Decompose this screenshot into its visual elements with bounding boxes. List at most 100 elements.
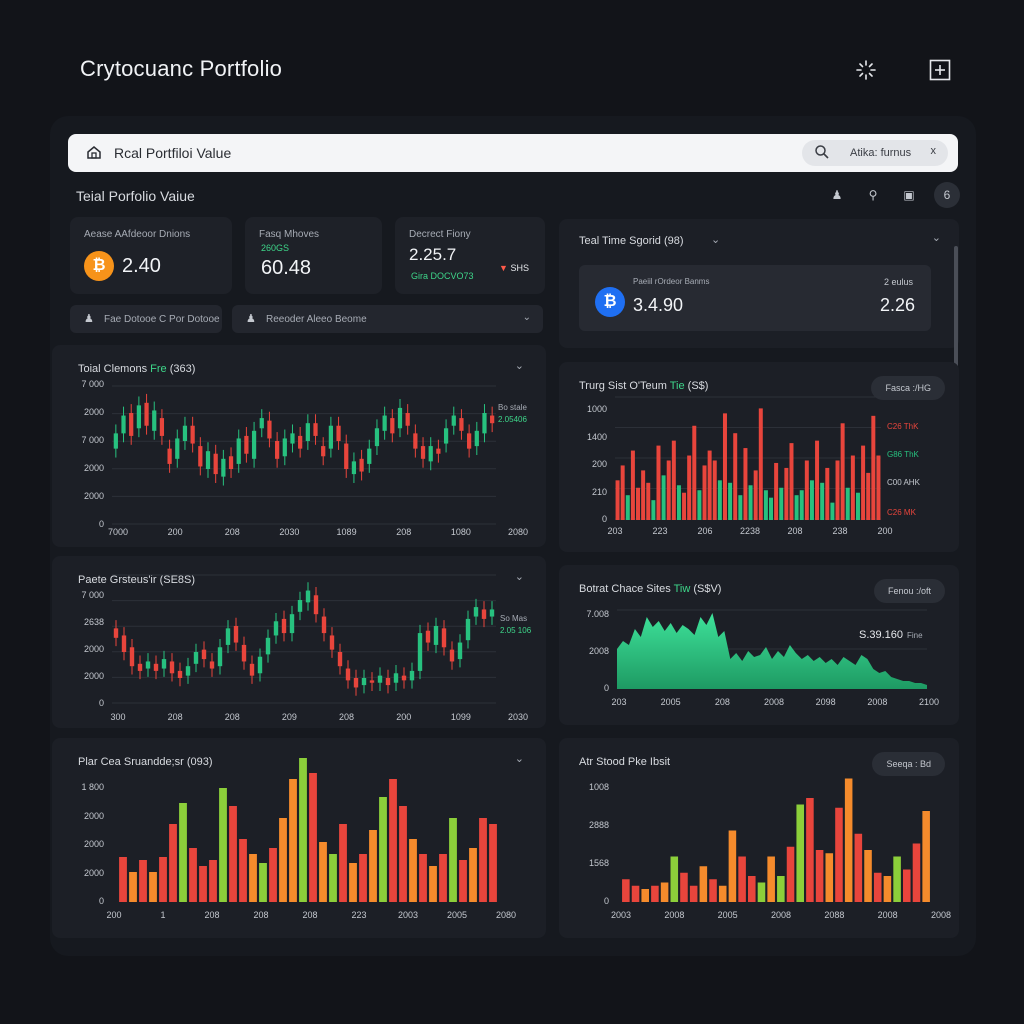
- x-tick-label: 208: [787, 526, 803, 536]
- search-icon[interactable]: ⚲: [862, 184, 884, 206]
- search-bar[interactable]: Rcal Portfiloi Value Atika: furnus x: [68, 134, 958, 172]
- candle: [241, 644, 247, 662]
- add-icon[interactable]: [928, 58, 952, 82]
- legend-value: 2.05406: [498, 415, 527, 424]
- candle: [193, 652, 199, 664]
- bar: [656, 445, 661, 520]
- bar: [717, 480, 722, 520]
- bar: [419, 854, 427, 902]
- candle: [377, 675, 383, 683]
- x-tick-label: 2008: [664, 910, 685, 920]
- x-tick-label: 2008: [763, 697, 785, 707]
- chevron-down-icon[interactable]: ⌄: [515, 570, 524, 583]
- candle: [244, 435, 249, 454]
- bar: [189, 848, 197, 902]
- candle: [236, 438, 241, 464]
- candle: [225, 628, 231, 645]
- bar: [469, 848, 477, 902]
- y-axis: 7 000 2000 7 000 2000 2000 0: [64, 379, 104, 529]
- candlestick-chart: [112, 574, 496, 704]
- bar: [845, 487, 850, 520]
- candle: [113, 628, 119, 638]
- y-tick-label: 210: [591, 486, 607, 497]
- candle: [443, 428, 449, 444]
- search-input[interactable]: Rcal Portfiloi Value: [114, 145, 231, 161]
- bar: [299, 758, 307, 902]
- candle: [449, 649, 455, 662]
- balance-right-label: 2 eulus: [883, 277, 913, 287]
- search-icon[interactable]: [814, 144, 830, 165]
- candle: [137, 663, 143, 671]
- real-time-card[interactable]: Teal Time Sgorid (98) ⌄ ⌄ Paeiil rOrdeor…: [559, 219, 959, 348]
- candle: [436, 448, 441, 454]
- candle: [313, 423, 318, 436]
- x-axis: 7000 200 208 2030 1089 208 1080 2080: [108, 527, 528, 541]
- x-axis: 203 2005 208 2008 2098 2008 2100: [611, 697, 939, 711]
- filter-dropdown-1[interactable]: ♟ Fae Dotooe C Por Dotooe: [70, 305, 222, 333]
- bar: [319, 842, 327, 902]
- bar: [209, 860, 217, 902]
- sparkle-icon[interactable]: [854, 58, 878, 82]
- candle: [305, 590, 311, 603]
- candle: [129, 413, 134, 436]
- stat-badge: ▼ SHS: [499, 263, 529, 273]
- x-tick-label: 2088: [824, 910, 845, 920]
- bar: [748, 485, 753, 520]
- y-tick-label: 7.008: [586, 609, 609, 619]
- candle: [201, 649, 207, 660]
- bar: [409, 839, 417, 902]
- bar: [369, 830, 377, 902]
- chevron-down-icon[interactable]: ⌄: [932, 231, 941, 244]
- x-tick-label: 238: [832, 526, 848, 536]
- x-tick-label: 208: [224, 712, 240, 722]
- y-tick-label: 2638: [83, 617, 104, 627]
- user-icon[interactable]: ♟: [826, 184, 848, 206]
- candle: [409, 670, 415, 681]
- stat-card-decrect[interactable]: Decrect Fiony 2.25.7 Gira DOCVO73 ▼ SHS: [395, 217, 545, 294]
- candle: [298, 435, 303, 449]
- period-button[interactable]: Fasca :/HG: [871, 376, 945, 400]
- candle: [190, 425, 195, 444]
- candle: [401, 675, 407, 681]
- x-tick-label: 209: [281, 712, 297, 722]
- balance-value-right: 2.26: [879, 295, 915, 315]
- x-tick-label: 1: [160, 910, 166, 920]
- settings-icon[interactable]: 6: [934, 182, 960, 208]
- stat-card-btc[interactable]: Aease AAfdeoor Dnions ₿ 2.40: [70, 217, 232, 294]
- search-pill[interactable]: Atika: furnus x: [802, 140, 948, 166]
- bar: [269, 848, 277, 902]
- filter-dropdown-2[interactable]: ♟ Reeoder Aleeo Beome ⌄: [232, 305, 543, 333]
- bar: [876, 455, 881, 520]
- bar: [757, 882, 766, 902]
- candle: [129, 647, 135, 667]
- bar: [922, 811, 930, 902]
- stat-card-moves[interactable]: Fasq Mhoves 260GS 60.48: [245, 217, 382, 294]
- stat-value: 2.25.7: [409, 245, 457, 264]
- lock-icon[interactable]: ▣: [898, 184, 920, 206]
- candle: [405, 413, 410, 426]
- x-tick-label: 208: [253, 910, 269, 920]
- bar: [777, 876, 785, 902]
- bar: [799, 490, 804, 520]
- balance-value: 3.4.90: [633, 295, 684, 315]
- bar: [670, 856, 679, 902]
- bar: [702, 465, 707, 520]
- legend-label: So Mas: [500, 614, 528, 623]
- bar: [661, 475, 666, 520]
- y-tick-label: 7 000: [81, 379, 104, 389]
- candle: [297, 600, 303, 612]
- chevron-down-icon[interactable]: ⌄: [515, 752, 524, 765]
- y-axis: 1 800 2000 2000 2000 0: [64, 782, 104, 906]
- bar: [359, 854, 367, 902]
- chevron-down-icon[interactable]: ⌄: [515, 359, 524, 372]
- clear-icon[interactable]: x: [931, 145, 937, 157]
- bar: [615, 480, 620, 520]
- period-button[interactable]: Fenou :/oft: [873, 579, 945, 603]
- candle: [361, 678, 367, 686]
- candle: [251, 430, 257, 459]
- stat-value: 2.40: [122, 255, 161, 277]
- bar: [718, 885, 727, 902]
- legend-item: G86 ThK: [887, 450, 919, 459]
- chevron-down-icon[interactable]: ⌄: [711, 233, 720, 246]
- y-axis: 7 000 2638 2000 2000 0: [64, 590, 104, 708]
